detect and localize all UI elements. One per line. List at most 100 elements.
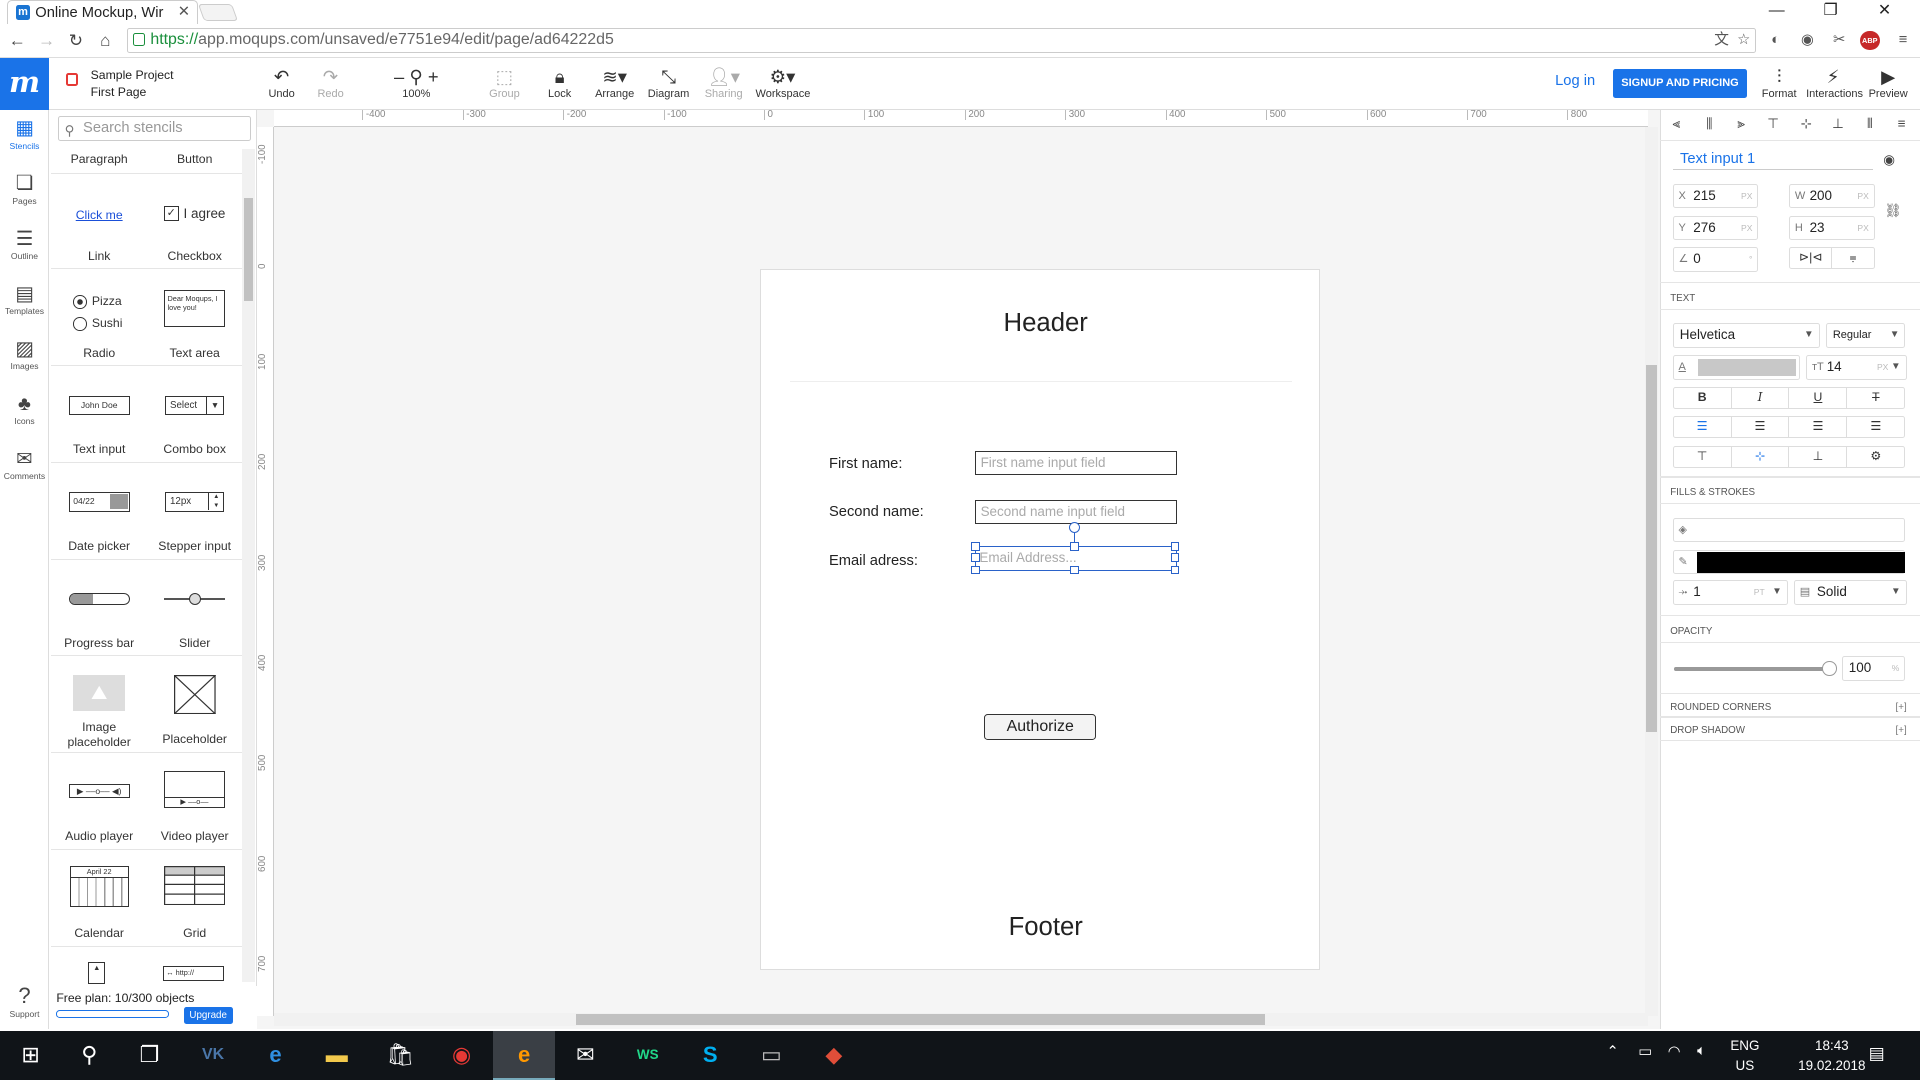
- adblock-icon[interactable]: ABP: [1860, 30, 1880, 51]
- resize-handle[interactable]: [1070, 565, 1079, 575]
- minimize-button[interactable]: —: [1749, 0, 1805, 24]
- rail-pages[interactable]: ❏ Pages: [0, 171, 49, 205]
- stencil-checkbox[interactable]: ✓ I agree Checkbox: [146, 174, 243, 270]
- stencil-audio[interactable]: ▶ ––o–– ◀) Audio player: [51, 754, 147, 850]
- interactions-button[interactable]: ⚡︎ Interactions: [1806, 66, 1863, 100]
- wifi-icon[interactable]: ◠: [1668, 1043, 1681, 1060]
- stencil-textinput[interactable]: John Doe Text input: [51, 367, 147, 463]
- align-left-icon[interactable]: ⫷: [1668, 116, 1685, 133]
- git-icon[interactable]: ◆: [803, 1031, 864, 1080]
- undo-button[interactable]: ↶ Undo: [255, 66, 309, 100]
- stencil-browser-preview[interactable]: ↔ http://: [162, 966, 225, 981]
- flip-horizontal-icon[interactable]: ⊳|⊲: [1790, 248, 1833, 269]
- stencil-paragraph[interactable]: Paragraph: [51, 152, 147, 166]
- rotation-field[interactable]: ∠ 0 °: [1672, 247, 1759, 272]
- align-middle-icon[interactable]: ⊹: [1798, 116, 1815, 133]
- mockup-header-divider[interactable]: [789, 380, 1292, 383]
- text-justify-icon[interactable]: ☰: [1847, 417, 1904, 437]
- chrome-icon[interactable]: ◉: [431, 1031, 492, 1080]
- valign-bottom-icon[interactable]: ⊥: [1789, 446, 1848, 467]
- resize-handle[interactable]: [1170, 565, 1180, 575]
- distribute-horizontal-icon[interactable]: ⦀: [1861, 116, 1878, 133]
- stencil-datepicker[interactable]: 04/22 Date picker: [51, 464, 147, 560]
- stencil-video[interactable]: ▶ ––o–– Video player: [146, 754, 243, 850]
- email-label[interactable]: Email adress:: [829, 553, 918, 569]
- bookmark-star-icon[interactable]: ☆: [1734, 31, 1754, 51]
- canvas-vertical-scrollbar-thumb[interactable]: [1645, 364, 1657, 733]
- stencil-link[interactable]: Click me Link: [51, 174, 147, 270]
- y-field[interactable]: Y 276 PX: [1672, 215, 1759, 240]
- mockup-page[interactable]: [760, 269, 1320, 970]
- rail-templates[interactable]: ▤ Templates: [0, 282, 49, 316]
- signup-button[interactable]: SIGNUP AND PRICING: [1612, 68, 1748, 98]
- font-size-field[interactable]: ᴛT 14 PX ▼: [1806, 355, 1907, 380]
- tools-icon[interactable]: ✂: [1829, 31, 1849, 51]
- link-proportions-icon[interactable]: ⛓: [1885, 203, 1902, 219]
- browser-tab[interactable]: m Online Mockup, Wir ✕: [7, 0, 199, 25]
- stencil-scrollbar-preview[interactable]: ▲: [88, 962, 106, 985]
- resize-handle[interactable]: [971, 542, 980, 552]
- rail-images[interactable]: ▨ Images: [0, 337, 49, 371]
- preview-button[interactable]: ▶ Preview: [1861, 66, 1915, 100]
- forward-icon[interactable]: →: [34, 29, 58, 51]
- second-name-input[interactable]: Second name input field: [974, 499, 1177, 525]
- text-color-picker[interactable]: A: [1672, 355, 1800, 380]
- text-align-left-icon[interactable]: ☰: [1674, 417, 1732, 438]
- clock[interactable]: 18:43 19.02.2018: [1785, 1036, 1878, 1075]
- browser-menu-icon[interactable]: ≡: [1893, 31, 1913, 51]
- stencil-scrollbar-thumb[interactable]: [243, 198, 254, 302]
- stroke-color-picker[interactable]: ✎: [1672, 549, 1906, 575]
- mockup-footer-text[interactable]: Footer: [760, 913, 1331, 942]
- stencil-placeholder[interactable]: Placeholder: [146, 658, 243, 754]
- text-align-center-icon[interactable]: ☰: [1732, 417, 1790, 438]
- strikethrough-icon[interactable]: T: [1847, 388, 1904, 408]
- rail-stencils[interactable]: ▦ Stencils: [0, 116, 49, 150]
- extension-icon[interactable]: ◉: [1798, 31, 1818, 51]
- rounded-corners-section[interactable]: ROUNDED CORNERS: [1670, 702, 1771, 713]
- notifications-icon[interactable]: ▤: [1869, 1043, 1885, 1064]
- diagram-button[interactable]: ⤡ Diagram: [642, 66, 696, 100]
- language-indicator[interactable]: ENG US: [1727, 1036, 1764, 1075]
- home-icon[interactable]: ⌂: [93, 29, 117, 51]
- font-family-select[interactable]: Helvetica ▼: [1672, 323, 1820, 348]
- back-icon[interactable]: ←: [5, 29, 29, 51]
- stencil-button[interactable]: Button: [147, 152, 243, 166]
- drop-shadow-expand[interactable]: [+]: [1896, 725, 1907, 736]
- remote-desktop-icon[interactable]: ▭: [741, 1031, 802, 1080]
- mockup-header-text[interactable]: Header: [760, 309, 1331, 338]
- workspace-button[interactable]: ⚙▾ Workspace: [756, 66, 811, 100]
- valign-middle-icon[interactable]: ⊹: [1732, 446, 1790, 467]
- stroke-width-field[interactable]: ⤞ 1 PT ▼: [1672, 580, 1788, 605]
- close-window-button[interactable]: ✕: [1856, 0, 1912, 24]
- stencil-combobox[interactable]: Select ▼ Combo box: [146, 367, 243, 463]
- moqups-logo[interactable]: m: [0, 57, 49, 111]
- webstorm-icon[interactable]: WS: [617, 1031, 678, 1080]
- format-button[interactable]: ⫶ Format: [1752, 66, 1806, 100]
- authorize-button[interactable]: Authorize: [984, 713, 1096, 740]
- zoom-control[interactable]: – ⚲ +100%: [389, 66, 443, 100]
- extension-icon[interactable]: ◐: [1766, 31, 1786, 51]
- align-center-icon[interactable]: ⫼: [1701, 116, 1718, 133]
- font-weight-select[interactable]: Regular ▼: [1825, 323, 1906, 348]
- vk-app-icon[interactable]: VK: [182, 1031, 243, 1080]
- rail-outline[interactable]: ☰ Outline: [0, 227, 49, 261]
- arrange-button[interactable]: ≋▾ Arrange: [588, 66, 642, 100]
- eye-icon[interactable]: ◉: [1883, 152, 1895, 168]
- opacity-slider-knob[interactable]: [1822, 661, 1837, 676]
- project-info[interactable]: Sample Project First Page: [91, 67, 174, 101]
- task-view-icon[interactable]: ❐: [119, 1031, 180, 1080]
- tab-close-icon[interactable]: ✕: [178, 3, 190, 20]
- stencil-image-placeholder[interactable]: ⛰ Image placeholder: [51, 658, 147, 754]
- stencil-progress[interactable]: Progress bar: [51, 561, 147, 657]
- height-field[interactable]: H 23 PX: [1788, 215, 1875, 240]
- volume-icon[interactable]: 🔈︎: [1697, 1043, 1706, 1059]
- resize-handle[interactable]: [971, 565, 980, 575]
- sharing-button[interactable]: 👤︎▾ Sharing: [697, 66, 751, 100]
- reload-icon[interactable]: ↻: [64, 29, 88, 51]
- flip-vertical-icon[interactable]: ⩦: [1832, 248, 1873, 268]
- first-name-label[interactable]: First name:: [829, 456, 902, 472]
- canvas-horizontal-scrollbar-thumb[interactable]: [575, 1013, 1265, 1025]
- resize-handle[interactable]: [1070, 542, 1079, 552]
- fill-color-picker[interactable]: ◈: [1672, 517, 1906, 543]
- upgrade-button[interactable]: Upgrade: [183, 1006, 233, 1024]
